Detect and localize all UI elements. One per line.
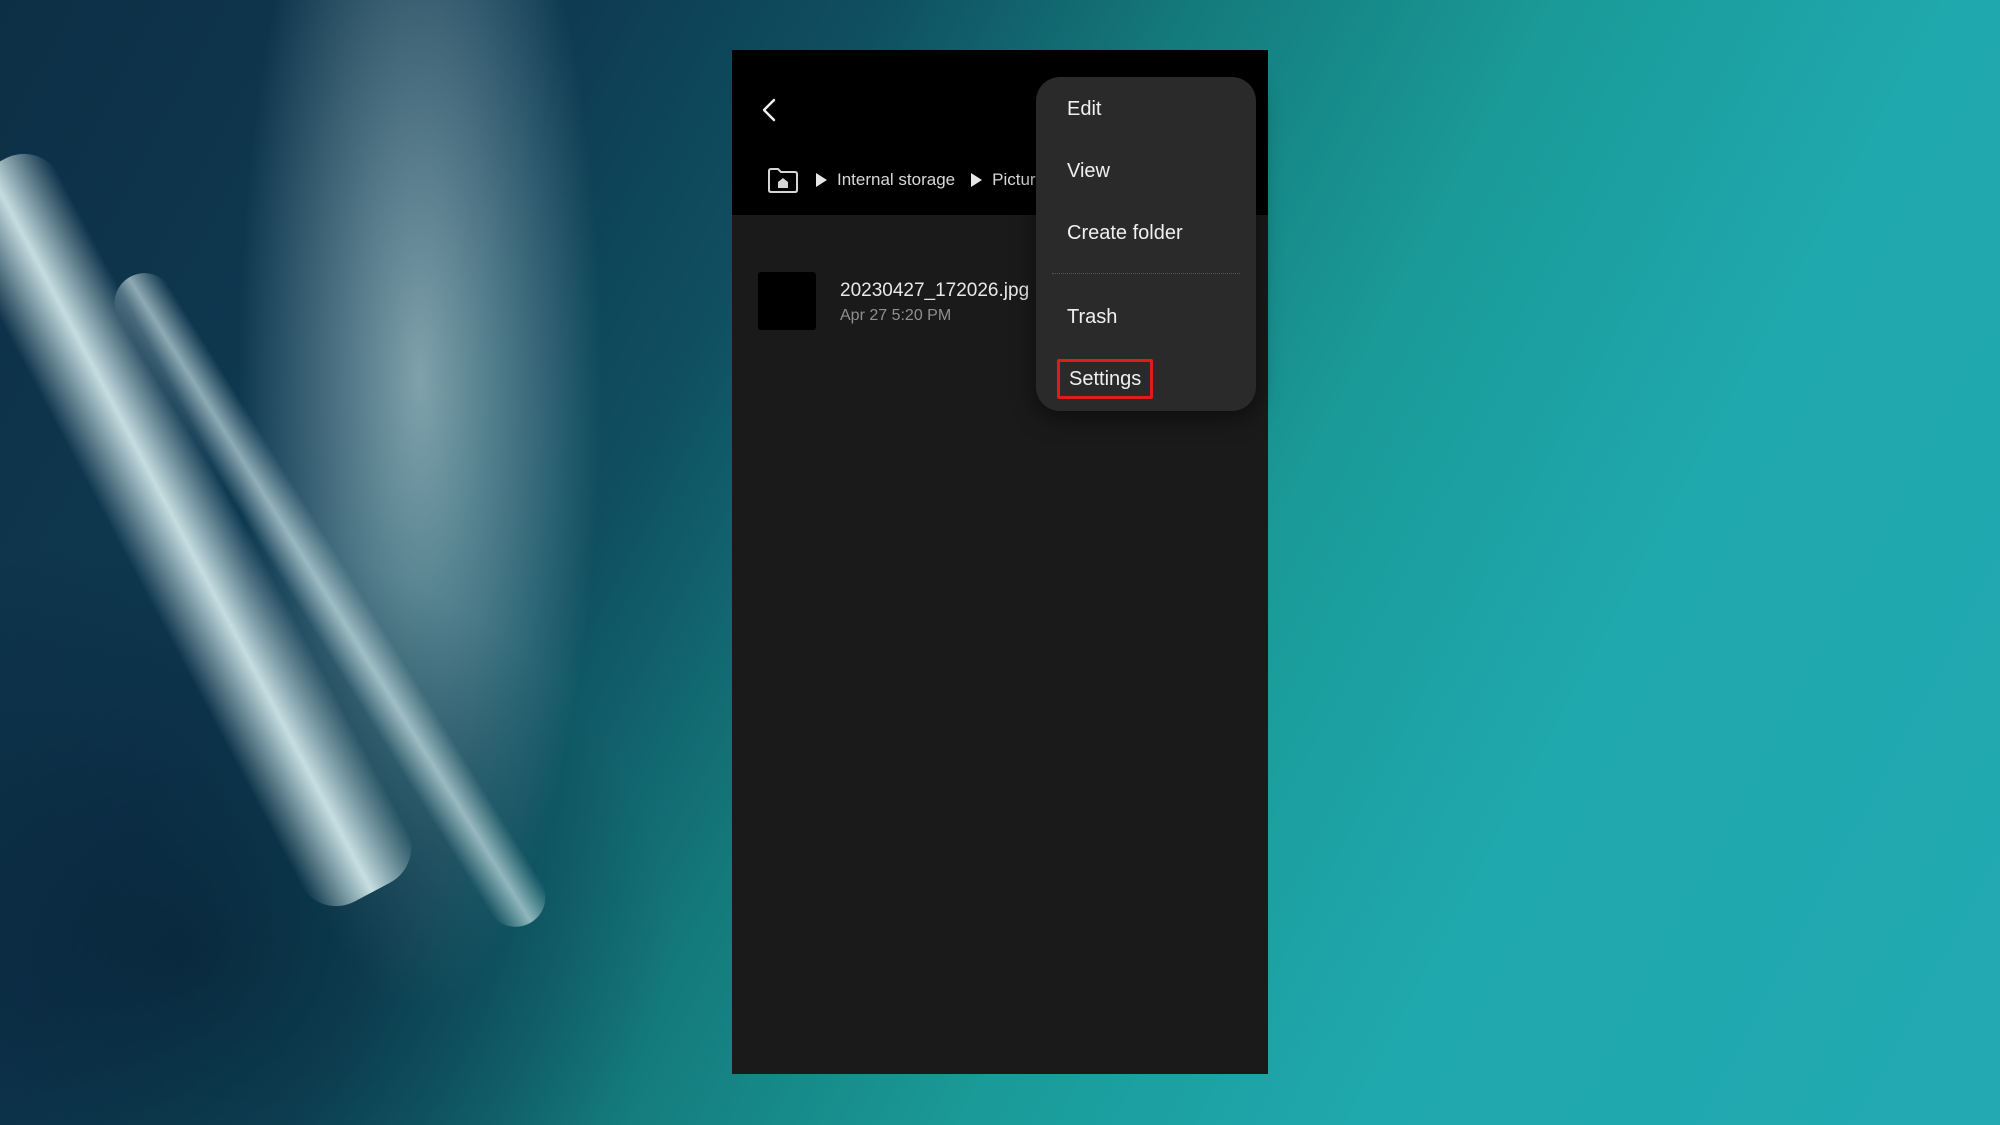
menu-divider bbox=[1052, 273, 1240, 274]
home-folder-button[interactable] bbox=[766, 165, 800, 195]
menu-item-trash[interactable]: Trash bbox=[1067, 304, 1117, 330]
overflow-menu: Edit View Create folder Trash Settings bbox=[1036, 77, 1256, 411]
back-arrow-icon bbox=[762, 98, 776, 122]
triangle-right-icon bbox=[816, 173, 827, 187]
menu-item-settings[interactable]: Settings bbox=[1057, 359, 1154, 399]
breadcrumb: Internal storage Pictur bbox=[766, 162, 1036, 198]
menu-item-create-folder[interactable]: Create folder bbox=[1067, 220, 1183, 246]
menu-item-view[interactable]: View bbox=[1067, 158, 1110, 184]
file-name: 20230427_172026.jpg bbox=[840, 280, 1030, 301]
menu-item-edit[interactable]: Edit bbox=[1067, 96, 1101, 122]
home-folder-icon bbox=[768, 168, 798, 193]
file-date: Apr 27 5:20 PM bbox=[840, 307, 952, 324]
back-button[interactable] bbox=[750, 90, 790, 130]
file-thumbnail bbox=[758, 272, 816, 330]
breadcrumb-internal-storage[interactable]: Internal storage bbox=[837, 170, 955, 190]
breadcrumb-pictures[interactable]: Pictur bbox=[992, 170, 1035, 190]
triangle-right-icon bbox=[971, 173, 983, 187]
